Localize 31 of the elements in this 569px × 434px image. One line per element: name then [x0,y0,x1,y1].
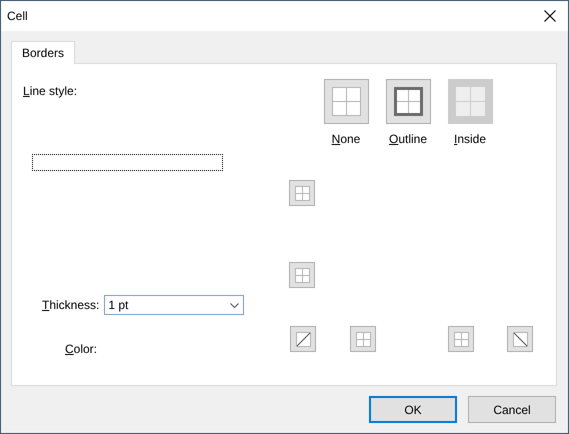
tab[interactable]: Borders [11,41,76,64]
line-style-label: Line style: [23,84,78,100]
color-label: Color: [65,342,98,356]
diagonal-line-icon [512,332,528,346]
thickness-select[interactable]: 1 pt [104,295,244,315]
ok-button[interactable]: OK [369,396,457,423]
border-button[interactable] [290,326,316,352]
border-button[interactable] [289,180,315,206]
grid-icon [294,186,310,200]
thickness-label: Thickness: [42,298,100,312]
chevron-down-icon [230,302,240,308]
preset-button[interactable] [324,79,368,124]
border-button[interactable] [350,326,376,352]
line-style-box[interactable] [32,154,223,171]
grid-icon [454,332,468,346]
outline-border-icon [394,87,422,116]
cancel-button[interactable]: Cancel [468,396,556,423]
grid-icon [332,87,360,116]
preset-label: Outline [388,132,428,146]
border-button[interactable] [289,262,315,288]
border-button[interactable] [507,326,533,352]
grid-icon [294,268,310,282]
grid-icon [356,332,370,346]
preset-button[interactable] [386,79,430,124]
inside-border-icon [456,87,484,116]
window-title: Cell [7,9,28,23]
preset-label: Inside [454,132,486,146]
preset-label: None [332,132,360,146]
close-icon[interactable] [544,10,556,22]
diagonal-line-icon [296,332,310,346]
border-button[interactable] [448,326,474,352]
